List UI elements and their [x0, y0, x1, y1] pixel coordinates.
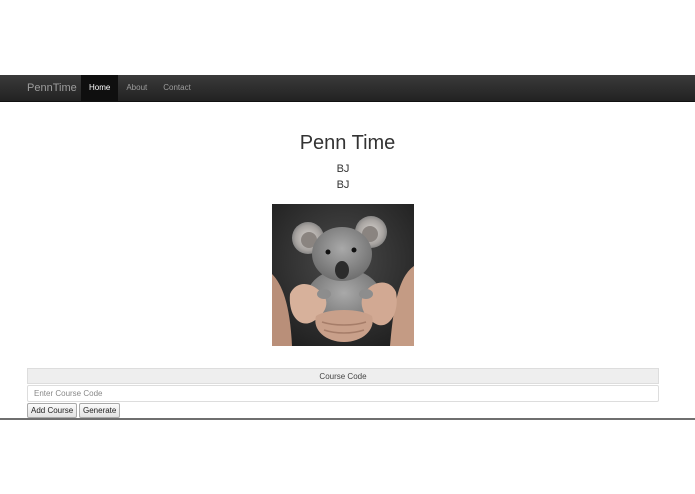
koala-photo — [272, 204, 414, 346]
add-course-button[interactable]: Add Course — [27, 403, 78, 418]
top-navbar: PennTime Home About Contact — [0, 75, 695, 102]
course-code-header: Course Code — [27, 368, 659, 384]
nav-item-home[interactable]: Home — [81, 75, 119, 101]
nav-menu: Home About Contact — [81, 75, 199, 101]
brand-link[interactable]: PennTime — [27, 75, 77, 101]
page-title: Penn Time — [299, 132, 396, 154]
subtitle-line-2: BJ — [336, 179, 350, 191]
nav-item-about[interactable]: About — [118, 75, 155, 101]
bottom-divider — [0, 418, 695, 420]
nav-item-contact[interactable]: Contact — [155, 75, 199, 101]
generate-button[interactable]: Generate — [79, 403, 121, 418]
course-code-input[interactable] — [27, 385, 659, 402]
subtitle-line-1: BJ — [336, 163, 350, 175]
